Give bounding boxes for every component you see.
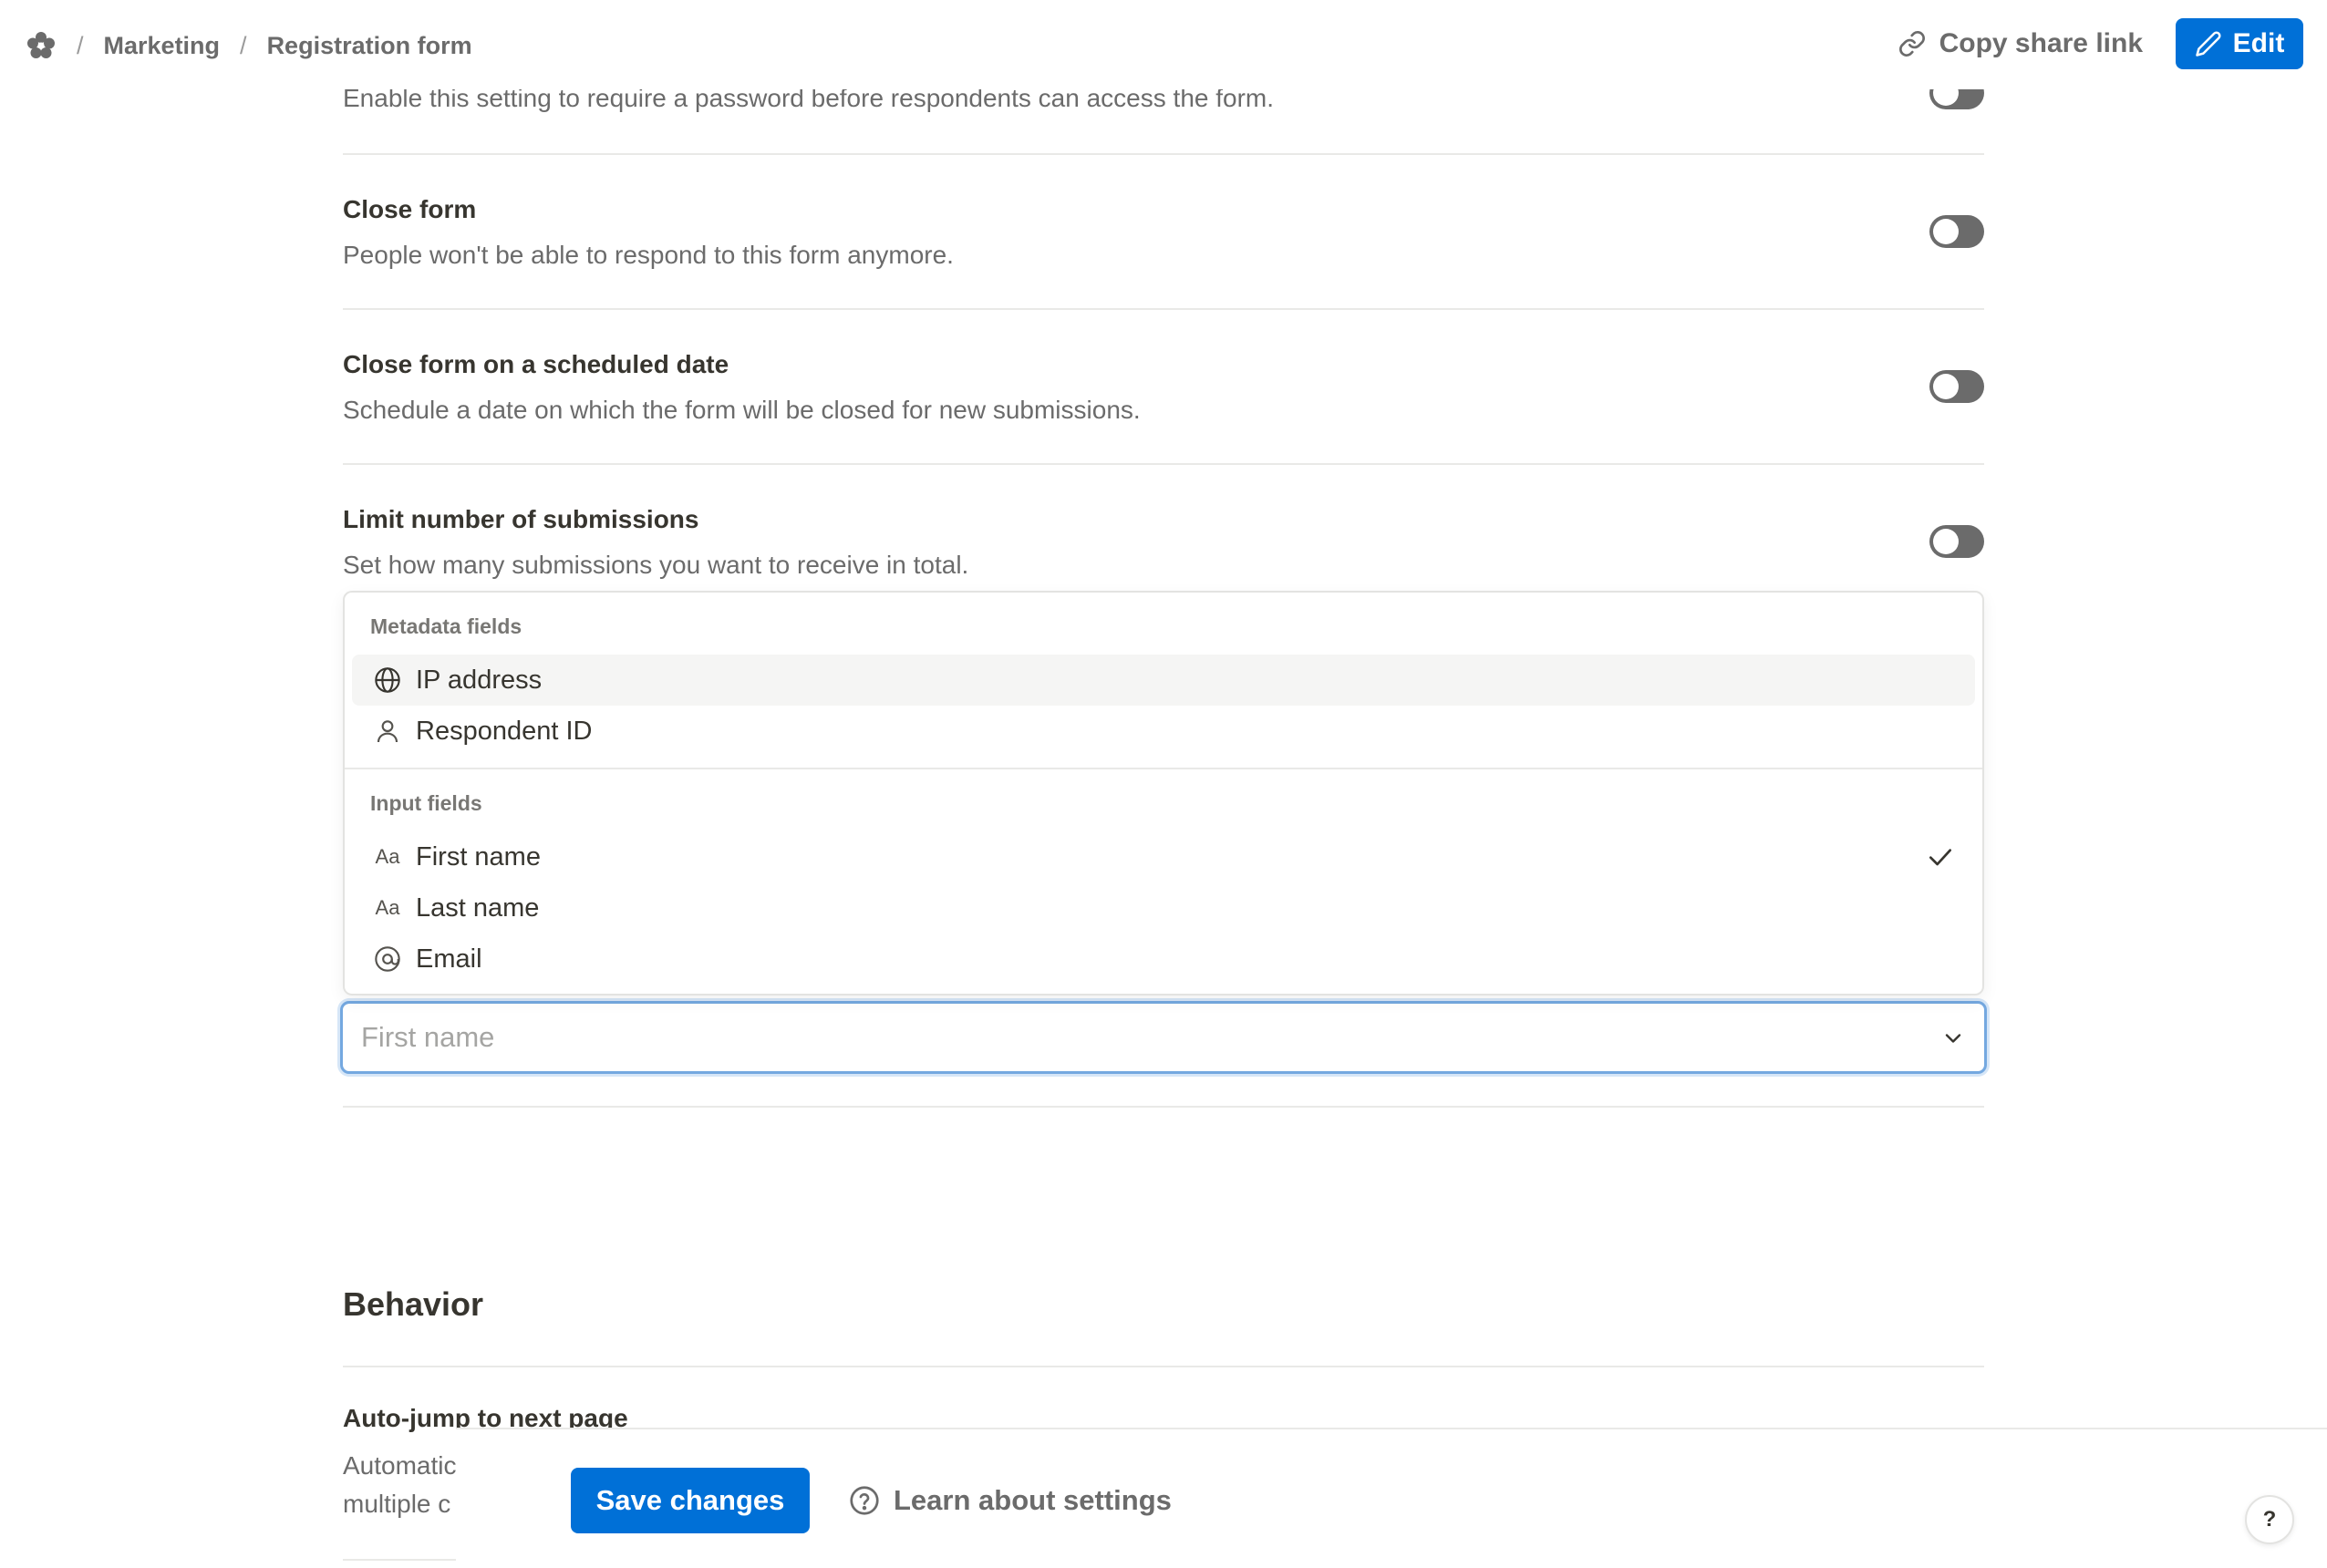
input-fields-label: Input fields [370, 791, 482, 815]
link-icon [1898, 31, 1925, 57]
setting-description: Automatic [343, 1451, 457, 1480]
limit-submissions-toggle[interactable] [1929, 525, 1984, 558]
text-field-icon: Aa [375, 845, 400, 868]
setting-title: Close form [343, 195, 477, 223]
top-bar: / Marketing / Registration form Copy sha… [0, 0, 2327, 89]
option-ip-address[interactable]: IP address [352, 655, 1975, 706]
close-form-toggle[interactable] [1929, 215, 1984, 248]
chevron-down-icon [1945, 1034, 1961, 1043]
behavior-section-title: Behavior [343, 1285, 484, 1323]
help-button[interactable]: ? [2245, 1495, 2294, 1544]
option-label: Email [416, 944, 482, 974]
option-last-name[interactable]: Aa Last name [352, 882, 1975, 934]
setting-description: Schedule a date on which the form will b… [343, 396, 1141, 424]
metadata-fields-label: Metadata fields [370, 614, 522, 638]
scheduled-close-toggle[interactable] [1929, 370, 1984, 403]
setting-description: Set how many submissions you want to rec… [343, 551, 969, 579]
copy-share-link-label: Copy share link [1939, 28, 2143, 58]
breadcrumb-marketing[interactable]: Marketing [104, 32, 221, 60]
checkmark-icon [1929, 849, 1951, 866]
option-label: IP address [416, 665, 543, 695]
setting-row-scheduled-close: Close form on a scheduled date Schedule … [343, 310, 1984, 465]
learn-about-settings-label: Learn about settings [894, 1484, 1172, 1516]
setting-description: People won't be able to respond to this … [343, 241, 954, 269]
copy-share-link-button[interactable]: Copy share link [1898, 28, 2143, 59]
section-divider [343, 1366, 1984, 1367]
text-field-icon: Aa [375, 896, 400, 919]
save-changes-button[interactable]: Save changes [571, 1468, 810, 1533]
globe-icon [372, 665, 403, 696]
edit-button-label: Edit [2232, 28, 2285, 58]
setting-row-close-form: Close form People won't be able to respo… [343, 155, 1984, 310]
top-actions: Copy share link Edit [1898, 18, 2303, 69]
setting-title: Limit number of submissions [343, 505, 699, 533]
option-respondent-id[interactable]: Respondent ID [352, 706, 1975, 757]
person-icon [372, 716, 403, 747]
at-sign-icon [372, 944, 403, 975]
setting-description: multiple c [343, 1490, 451, 1518]
field-select-placeholder: First name [361, 1021, 495, 1053]
breadcrumb-registration-form[interactable]: Registration form [267, 32, 472, 60]
question-circle-icon [850, 1486, 879, 1515]
field-select[interactable]: First name [340, 1001, 1987, 1074]
learn-about-settings-link[interactable]: Learn about settings [848, 1477, 1172, 1524]
section-divider [343, 1559, 456, 1561]
option-label: First name [416, 841, 541, 872]
dropdown-divider [345, 768, 1982, 769]
setting-title: Close form on a scheduled date [343, 350, 729, 378]
breadcrumb-separator: / [77, 31, 84, 59]
pencil-icon [2195, 31, 2221, 57]
edit-button[interactable]: Edit [2176, 18, 2303, 69]
option-email[interactable]: Email [352, 934, 1975, 985]
bottom-action-bar: Save changes Learn about settings ? [456, 1428, 2327, 1568]
option-label: Respondent ID [416, 716, 593, 746]
breadcrumb: / Marketing / Registration form [26, 27, 472, 64]
flower-logo-icon[interactable] [26, 30, 57, 61]
field-dropdown-menu: Metadata fields IP address Respondent ID… [343, 591, 1984, 995]
option-label: Last name [416, 892, 540, 923]
breadcrumb-separator: / [240, 31, 247, 59]
option-first-name[interactable]: Aa First name [352, 831, 1975, 882]
